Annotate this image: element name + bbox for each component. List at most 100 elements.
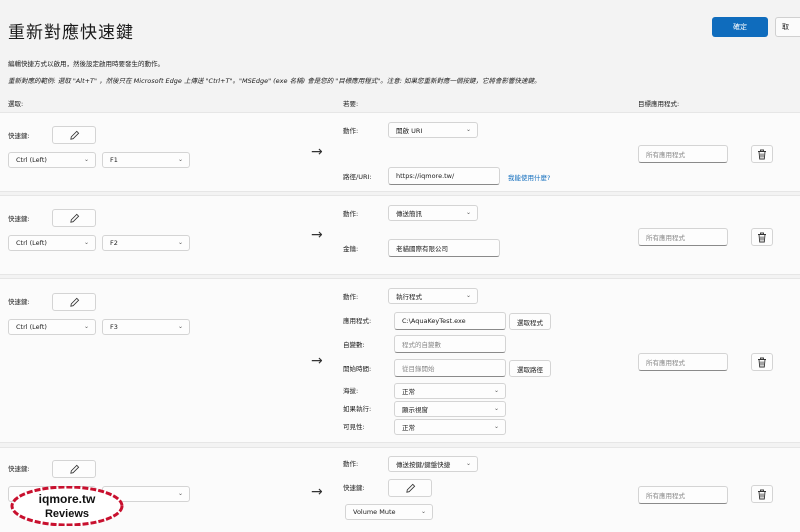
edit-shortcut-button[interactable] <box>52 293 96 311</box>
select-path-button[interactable]: 選取路徑 <box>509 360 551 377</box>
page-title: 重新對應快速鍵 <box>8 23 134 43</box>
action-value: 傳送按鍵/鍵盤快捷 <box>396 461 451 469</box>
arrow-right-icon: → <box>311 484 323 500</box>
column-header-select: 選取: <box>8 100 24 108</box>
shortcut-label: 快速鍵: <box>8 132 30 140</box>
ok-button[interactable]: 確定 <box>712 17 768 37</box>
if-running-dropdown[interactable]: 顯示視窗 ⌄ <box>394 401 506 417</box>
key-dropdown[interactable]: F2 ⌄ <box>102 235 190 251</box>
trash-icon <box>758 149 766 159</box>
target-app-input[interactable]: 所有應用程式 <box>638 145 728 163</box>
chevron-down-icon: ⌄ <box>420 508 426 515</box>
chevron-down-icon: ⌄ <box>83 156 89 163</box>
action-label: 動作: <box>343 293 359 301</box>
chevron-down-icon: ⌄ <box>493 387 499 394</box>
mapping-row: 快速鍵: Ctrl (Left) ⌄ F2 ⌄ → 動作: 傳送簡訊 ⌄ 金鑰: 老貓… <box>0 195 800 275</box>
chevron-down-icon: ⌄ <box>493 423 499 430</box>
if-running-label: 如果執行: <box>343 405 372 413</box>
modifier-value: Ctrl (Left) <box>16 239 47 247</box>
pencil-icon <box>69 130 79 140</box>
action-label: 動作: <box>343 460 359 468</box>
delete-button[interactable] <box>751 145 773 163</box>
modifier-value: Ctrl (Left) <box>16 323 47 331</box>
target-app-input[interactable]: 所有應用程式 <box>638 228 728 246</box>
action-dropdown[interactable]: 傳送按鍵/鍵盤快捷 ⌄ <box>388 456 478 472</box>
app-input[interactable]: C:\AquaKeyTest.exe <box>394 312 506 330</box>
shortcut-label: 快速鍵: <box>8 465 30 473</box>
action-label: 動作: <box>343 210 359 218</box>
arrow-right-icon: → <box>311 353 323 369</box>
watermark-line1: iqmore.tw <box>39 492 96 506</box>
key-value: F3 <box>110 323 118 331</box>
chevron-down-icon: ⌄ <box>83 323 89 330</box>
mapping-row: 快速鍵: Ctrl (Left) ⌄ F1 ⌄ → 動作: 開啟 URI ⌄ 路徑/U… <box>0 112 800 192</box>
delete-button[interactable] <box>751 228 773 246</box>
action-value: 開啟 URI <box>396 127 423 135</box>
key-dropdown[interactable]: F1 ⌄ <box>102 152 190 168</box>
app-label: 應用程式: <box>343 317 372 325</box>
visibility-value: 正常 <box>402 424 415 432</box>
target-app-input[interactable]: 所有應用程式 <box>638 486 728 504</box>
action-value: 傳送簡訊 <box>396 210 422 218</box>
modifier-dropdown[interactable]: Ctrl (Left) ⌄ <box>8 235 96 251</box>
key-dropdown[interactable]: F3 ⌄ <box>102 319 190 335</box>
chevron-down-icon: ⌄ <box>83 239 89 246</box>
pencil-icon <box>69 213 79 223</box>
action-dropdown[interactable]: 執行程式 ⌄ <box>388 288 478 304</box>
modifier-dropdown[interactable]: Ctrl (Left) ⌄ <box>8 152 96 168</box>
mapping-row: 快速鍵: Ctrl (Left) ⌄ F3 ⌄ → 動作: 執行程式 ⌄ 應用程式: … <box>0 278 800 443</box>
send-shortcut-label: 快速鍵: <box>343 484 365 492</box>
pencil-icon <box>405 483 415 493</box>
trash-icon <box>758 357 766 367</box>
target-app-input[interactable]: 所有應用程式 <box>638 353 728 371</box>
trash-icon <box>758 489 766 499</box>
path-input[interactable]: https://iqmore.tw/ <box>388 167 500 185</box>
edit-shortcut-button[interactable] <box>52 209 96 227</box>
send-key-dropdown[interactable]: Volume Mute ⌄ <box>345 504 433 520</box>
text-label: 金鑰: <box>343 245 359 253</box>
visibility-dropdown[interactable]: 正常 ⌄ <box>394 419 506 435</box>
chevron-down-icon: ⌄ <box>465 460 471 467</box>
if-running-value: 顯示視窗 <box>402 406 428 414</box>
visibility-label: 可見性: <box>343 423 365 431</box>
key-value: F1 <box>110 156 118 164</box>
edit-shortcut-button[interactable] <box>52 126 96 144</box>
elevation-label: 海拔: <box>343 387 359 395</box>
pencil-icon <box>69 464 79 474</box>
path-label: 路徑/URI: <box>343 173 372 181</box>
action-dropdown[interactable]: 開啟 URI ⌄ <box>388 122 478 138</box>
arrow-right-icon: → <box>311 227 323 243</box>
start-label: 開始時間: <box>343 365 372 373</box>
shortcut-label: 快速鍵: <box>8 298 30 306</box>
select-program-button[interactable]: 選取程式 <box>509 313 551 330</box>
chevron-down-icon: ⌄ <box>465 292 471 299</box>
text-input[interactable]: 老貓國際有限公司 <box>388 239 500 257</box>
column-header-to: 若要: <box>343 100 359 108</box>
action-dropdown[interactable]: 傳送簡訊 ⌄ <box>388 205 478 221</box>
delete-button[interactable] <box>751 485 773 503</box>
chevron-down-icon: ⌄ <box>465 126 471 133</box>
elevation-dropdown[interactable]: 正常 ⌄ <box>394 383 506 399</box>
edit-shortcut-button[interactable] <box>52 460 96 478</box>
action-value: 執行程式 <box>396 293 422 301</box>
modifier-value: Ctrl (Left) <box>16 156 47 164</box>
shortcut-label: 快速鍵: <box>8 215 30 223</box>
delete-button[interactable] <box>751 353 773 371</box>
chevron-down-icon: ⌄ <box>493 405 499 412</box>
cancel-button[interactable]: 取 <box>775 17 800 37</box>
help-link[interactable]: 我能使用什麼? <box>508 172 550 182</box>
column-header-target-app: 目標應用程式: <box>638 100 680 108</box>
chevron-down-icon: ⌄ <box>177 490 183 497</box>
send-key-value: Volume Mute <box>353 508 396 516</box>
args-input[interactable]: 程式的自變數 <box>394 335 506 353</box>
key-value: F2 <box>110 239 118 247</box>
start-input[interactable]: 從目錄開始 <box>394 359 506 377</box>
example-text: 重新對應的範例: 選取 "Alt+T" ，然後只在 Microsoft Edge… <box>8 77 541 85</box>
modifier-dropdown[interactable]: Ctrl (Left) ⌄ <box>8 319 96 335</box>
chevron-down-icon: ⌄ <box>177 156 183 163</box>
edit-send-shortcut-button[interactable] <box>388 479 432 497</box>
watermark-logo: iqmore.tw Reviews <box>10 486 124 526</box>
watermark-line2: Reviews <box>45 508 89 520</box>
action-label: 動作: <box>343 127 359 135</box>
chevron-down-icon: ⌄ <box>465 209 471 216</box>
